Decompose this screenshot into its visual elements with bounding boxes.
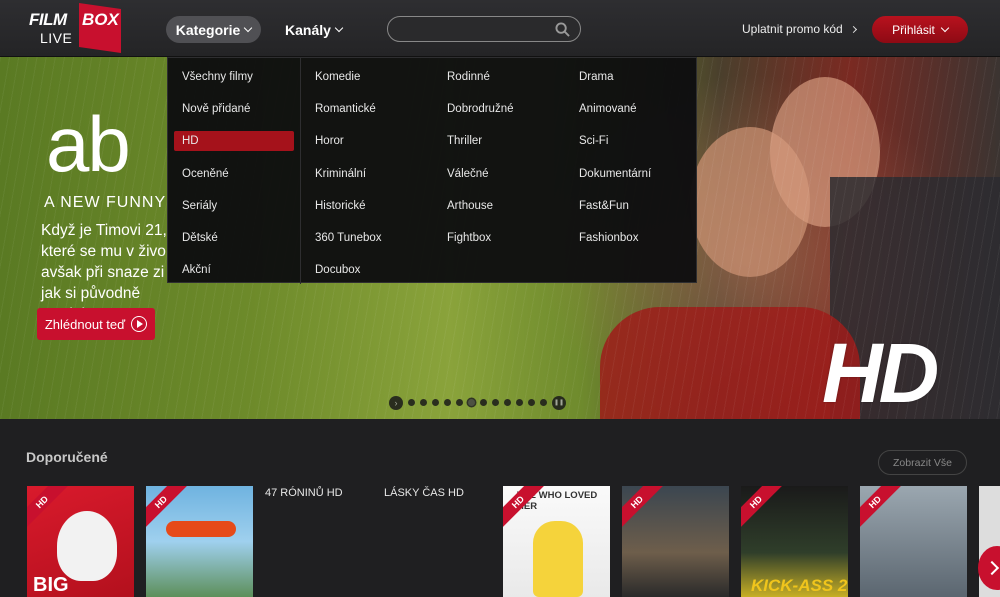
slider-dot[interactable]	[408, 399, 415, 406]
menu-item-hd[interactable]: HD	[174, 131, 294, 152]
slider-dot[interactable]	[456, 399, 463, 406]
filmbox-logo[interactable]: FILM BOX LIVE	[29, 3, 121, 53]
poster-figure	[57, 511, 117, 581]
slider-dot[interactable]	[432, 399, 439, 406]
chevron-down-icon	[244, 23, 253, 33]
menu-item-thriller[interactable]: Thriller	[439, 131, 490, 151]
menu-item-docubox[interactable]: Docubox	[307, 260, 368, 280]
menu-item-ak-n-[interactable]: Akční	[174, 260, 219, 280]
movie-poster-planes[interactable]: HD	[146, 486, 253, 597]
logo-film-text: FILM	[29, 10, 67, 29]
slider-dot[interactable]	[480, 399, 487, 406]
section-title-recommended: Doporučené	[26, 449, 108, 465]
chevron-down-icon	[334, 23, 344, 33]
menu-item-fightbox[interactable]: Fightbox	[439, 228, 499, 248]
slider-dot[interactable]	[504, 399, 511, 406]
menu-item-dobrodru-n-[interactable]: Dobrodružné	[439, 99, 521, 119]
slider-dots: › ❚❚	[389, 395, 566, 410]
menu-item-sci-fi[interactable]: Sci-Fi	[571, 131, 616, 151]
menu-item-romantick-[interactable]: Romantické	[307, 99, 384, 119]
menu-item-historick-[interactable]: Historické	[307, 196, 373, 216]
watch-now-button[interactable]: Zhlédnout teď	[37, 308, 155, 340]
movie-poster-big-hero-6[interactable]: BIG HD	[27, 486, 134, 597]
slider-pause-icon[interactable]: ❚❚	[552, 395, 566, 410]
show-all-button[interactable]: Zobrazit Vše	[878, 450, 967, 475]
dropdown-left-column: Všechny filmy Nově přidané HD Oceněné Seriál…	[168, 58, 301, 284]
hd-badge: HD	[822, 326, 939, 419]
logo-live-text: LIVE	[40, 30, 73, 46]
hero-tagline: A NEW FUNNY	[44, 194, 167, 211]
hd-ribbon: HD	[741, 486, 788, 534]
slider-dot[interactable]	[528, 399, 535, 406]
nav-channels-button[interactable]: Kanály	[280, 16, 347, 43]
menu-item-rodinn-[interactable]: Rodinné	[439, 67, 498, 87]
search-icon[interactable]	[555, 22, 570, 37]
hero-title: ab	[46, 100, 131, 188]
movie-poster-kick-ass-2[interactable]: KICK-ASS 2 HD	[741, 486, 848, 597]
search-input[interactable]	[400, 20, 550, 38]
slider-dot[interactable]	[420, 399, 427, 406]
menu-item-animovan-[interactable]: Animované	[571, 99, 645, 119]
menu-item-seri-ly[interactable]: Seriály	[174, 196, 225, 216]
menu-item-fast-fun[interactable]: Fast&Fun	[571, 196, 637, 216]
menu-item-ocen-n-[interactable]: Oceněné	[174, 164, 237, 184]
promo-code-link[interactable]: Uplatnit promo kód	[742, 22, 857, 36]
movie-title-47-ronin[interactable]: 47 RÓNINŮ HD	[265, 487, 343, 499]
login-label: Přihlásit	[892, 22, 935, 37]
menu-item-komedie[interactable]: Komedie	[307, 67, 368, 87]
menu-item-fashionbox[interactable]: Fashionbox	[571, 228, 646, 248]
logo-box-text: BOX	[82, 10, 119, 29]
slider-dot[interactable]	[444, 399, 451, 406]
poster-figure	[533, 521, 583, 597]
menu-item-arthouse[interactable]: Arthouse	[439, 196, 501, 216]
chevron-right-icon	[849, 25, 857, 33]
menu-item-v-le-n-[interactable]: Válečné	[439, 164, 497, 184]
movie-title-about-time[interactable]: LÁSKY ČAS HD	[384, 487, 464, 499]
slider-dot[interactable]	[492, 399, 499, 406]
slider-dot[interactable]	[468, 399, 475, 406]
slider-dot[interactable]	[516, 399, 523, 406]
nav-channels-label: Kanály	[285, 21, 331, 38]
menu-item-krimin-ln-[interactable]: Kriminální	[307, 164, 374, 184]
slider-dot[interactable]	[540, 399, 547, 406]
hd-ribbon: HD	[622, 486, 669, 534]
play-icon	[131, 316, 148, 332]
search-box	[387, 16, 581, 42]
nav-categories-button[interactable]: Kategorie	[166, 16, 261, 43]
menu-item-dokument-rn-[interactable]: Dokumentární	[571, 164, 659, 184]
nav-categories-label: Kategorie	[175, 21, 241, 38]
hd-ribbon: HD	[860, 486, 907, 534]
menu-item-360-tunebox[interactable]: 360 Tunebox	[307, 228, 390, 248]
menu-item-drama[interactable]: Drama	[571, 67, 622, 87]
movie-poster-oblivion[interactable]: HD	[860, 486, 967, 597]
categories-dropdown: Všechny filmy Nově přidané HD Oceněné Seriál…	[167, 57, 697, 284]
slider-prev-icon[interactable]: ›	[389, 395, 403, 410]
menu-item-horor[interactable]: Horor	[307, 131, 352, 151]
poster-plane	[166, 521, 236, 537]
poster-text: KICK-ASS 2	[751, 576, 848, 595]
promo-code-label: Uplatnit promo kód	[742, 22, 843, 36]
menu-item-nov-p-idan-[interactable]: Nově přidané	[174, 99, 258, 119]
poster-text: BIG	[33, 574, 69, 596]
top-header: FILM BOX LIVE Kategorie Kanály Uplatnit …	[0, 0, 1000, 57]
watch-now-label: Zhlédnout teď	[44, 316, 126, 332]
movie-poster-fast-furious[interactable]: HD	[622, 486, 729, 597]
chevron-down-icon	[940, 23, 950, 33]
movie-poster-despicable-me[interactable]: THE WHO LOVED HER HD	[503, 486, 610, 597]
login-button[interactable]: Přihlásit	[872, 16, 968, 43]
menu-item-d-tsk-[interactable]: Dětské	[174, 228, 226, 248]
menu-item-v-echny-filmy[interactable]: Všechny filmy	[174, 67, 261, 87]
page: FILM BOX LIVE Kategorie Kanály Uplatnit …	[0, 0, 1000, 597]
